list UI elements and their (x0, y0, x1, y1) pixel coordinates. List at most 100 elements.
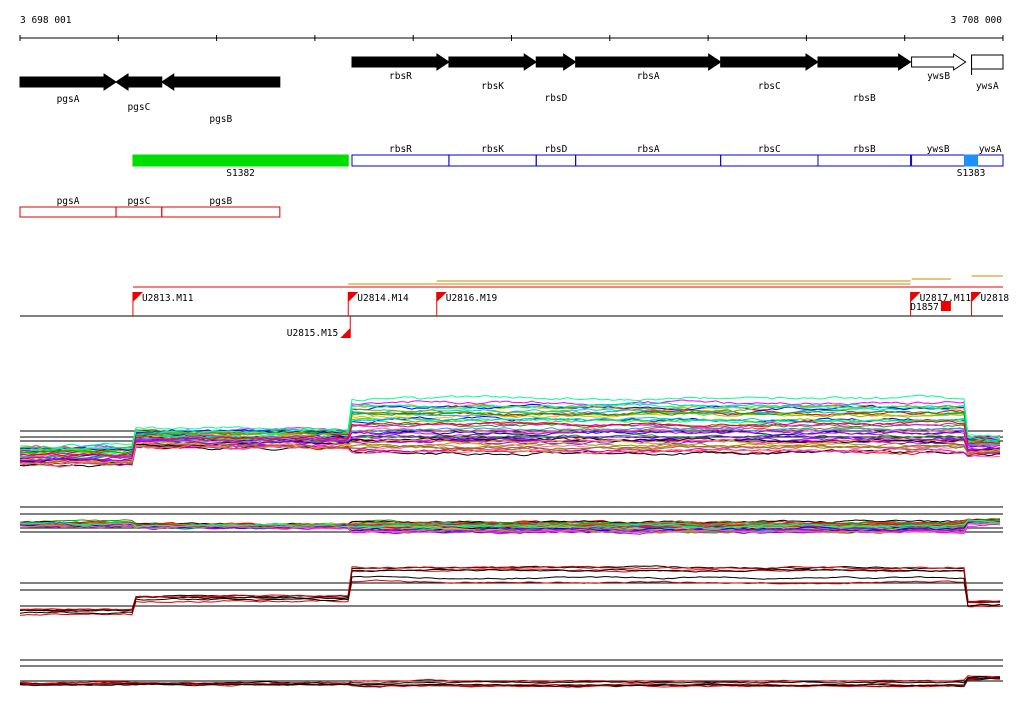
gene-label: pgsA (57, 94, 80, 105)
segment-box (115, 206, 163, 218)
segment-rbsr[interactable]: rbsR (351, 144, 450, 167)
segment-label: pgsB (209, 196, 232, 207)
tu-u2818[interactable]: U2818 (971, 292, 1010, 316)
segment-rbsb[interactable]: rbsB (817, 144, 912, 167)
segment-label: pgsA (57, 196, 80, 207)
tu-label: U2816.M19 (446, 293, 498, 304)
segment-label: ywsB (927, 144, 950, 155)
gene-arrow (575, 53, 722, 71)
axis-end-label: 3 708 000 (951, 15, 1003, 26)
expression-profile-panel-3 (19, 565, 1003, 616)
gene-pgsa[interactable]: pgsA (19, 73, 117, 105)
gene-label: rbsR (389, 71, 412, 82)
segment-label: pgsC (127, 196, 150, 207)
gene-ywsa[interactable]: ywsA (971, 54, 1004, 92)
gene-arrow (115, 73, 163, 91)
gene-label: pgsB (209, 114, 232, 125)
gene-label: rbsA (637, 71, 660, 82)
gene-rbsb[interactable]: rbsB (817, 53, 912, 104)
segment-ywsa[interactable]: ywsA (976, 144, 1004, 167)
segment-rbsd[interactable]: rbsD (535, 144, 577, 167)
segment-box (575, 154, 722, 167)
segment-box (161, 206, 281, 218)
segment-label: rbsA (637, 144, 660, 155)
segment-box (911, 154, 966, 167)
feature-label: S1382 (226, 168, 255, 179)
segments-minus-track: pgsA pgsC pgsB (19, 196, 281, 218)
gene-rbsa[interactable]: rbsA (575, 53, 722, 82)
gene-label: rbsK (481, 81, 504, 92)
segment-box (535, 154, 577, 167)
feature-s1383[interactable]: S1383 (957, 154, 986, 179)
segments-plus-track: rbsR rbsK rbsD rbsA rbsC rbsB ywsB ywsA S1382 S13… (132, 144, 1004, 179)
gene-rbsk[interactable]: rbsK (448, 53, 538, 92)
segment-box (448, 154, 537, 167)
genome-browser-view: 3 698 001 3 708 000 pgsA pgsC pgsB rbsR rbsK… (19, 15, 1010, 688)
tu-u2813-m11[interactable]: U2813.M11 (132, 292, 194, 316)
segment-box (351, 154, 450, 167)
tu-u2815-m15[interactable]: U2815.M15 (287, 316, 351, 339)
segment-label: rbsB (853, 144, 876, 155)
gene-label: rbsD (544, 93, 567, 104)
tu-u2816-m19[interactable]: U2816.M19 (436, 292, 498, 316)
segment-box (976, 154, 1004, 167)
segment-minus-pgsb[interactable]: pgsB (161, 196, 281, 218)
axis-start-label: 3 698 001 (20, 15, 72, 26)
tu-label: U2815.M15 (287, 328, 338, 339)
segment-label: rbsK (481, 144, 504, 155)
expression-profile-panel-2 (19, 506, 1003, 535)
expression-profile-line (19, 676, 1000, 685)
transcription-unit-track: U2813.M11 U2814.M14 U2815.M15 U2816.M19 U281… (20, 275, 1010, 339)
segment-box (720, 154, 819, 167)
gene-label: ywsA (976, 81, 999, 92)
segment-rbsa[interactable]: rbsA (575, 144, 722, 167)
gene-arrow (817, 53, 912, 71)
gene-rbsr[interactable]: rbsR (351, 53, 450, 82)
tu-label: U2814.M14 (357, 293, 409, 304)
segment-label: rbsD (544, 144, 567, 155)
gene-arrow (720, 53, 819, 71)
gene-pgsc[interactable]: pgsC (115, 73, 163, 113)
gene-arrow (160, 73, 281, 91)
tu-flag (340, 328, 351, 338)
gene-label: rbsC (758, 81, 781, 92)
tu-flag (940, 301, 951, 311)
expression-profile-line (19, 565, 1001, 611)
segment-label: rbsR (389, 144, 412, 155)
segment-label: ywsA (979, 144, 1002, 155)
gene-label: ywsB (927, 71, 950, 82)
segment-label: rbsC (758, 144, 781, 155)
gene-arrow (448, 53, 538, 71)
gene-ywsb[interactable]: ywsB (911, 53, 967, 82)
segment-ywsb[interactable]: ywsB (911, 144, 966, 167)
gene-arrow (19, 73, 117, 91)
segment-rbsk[interactable]: rbsK (448, 144, 537, 167)
segment-box (19, 206, 117, 218)
tu-label: U2818 (981, 293, 1010, 304)
tu-d1857[interactable]: D1857 (910, 301, 951, 313)
tu-u2814-m14[interactable]: U2814.M14 (347, 292, 409, 316)
expression-profile-line (19, 565, 1001, 611)
gene-rbsd[interactable]: rbsD (535, 53, 577, 104)
gene-annotation-track: pgsA pgsC pgsB rbsR rbsK rbsD rbsA rbsC rbsB ywsB… (19, 53, 1004, 125)
expression-profile-panel-4 (19, 659, 1003, 688)
gene-arrow (351, 53, 450, 71)
feature-box (132, 154, 349, 167)
tu-label: D1857 (910, 302, 939, 313)
segment-minus-pgsc[interactable]: pgsC (115, 196, 163, 218)
segment-rbsc[interactable]: rbsC (720, 144, 819, 167)
segment-minus-pgsa[interactable]: pgsA (19, 196, 117, 218)
feature-s1382[interactable]: S1382 (132, 154, 349, 179)
gene-rbsc[interactable]: rbsC (720, 53, 819, 92)
tu-label: U2813.M11 (142, 293, 194, 304)
gene-label: pgsC (127, 102, 150, 113)
feature-box (964, 154, 978, 167)
gene-arrow (911, 53, 967, 71)
coordinate-axis: 3 698 001 3 708 000 (19, 15, 1004, 41)
gene-label: rbsB (853, 93, 876, 104)
segment-box (817, 154, 912, 167)
gene-arrow (971, 54, 1004, 70)
gene-pgsb[interactable]: pgsB (160, 73, 281, 125)
feature-label: S1383 (957, 168, 986, 179)
gene-arrow (535, 53, 577, 71)
